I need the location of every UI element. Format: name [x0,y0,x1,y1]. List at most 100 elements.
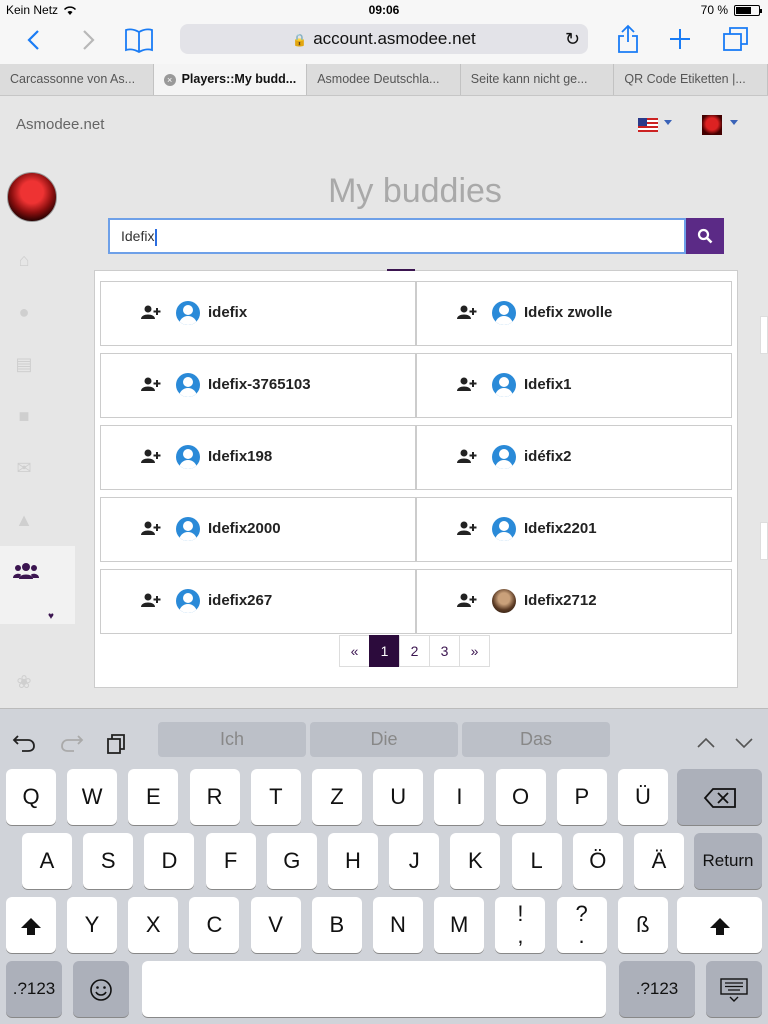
key-t[interactable]: T [250,769,301,825]
browser-tab[interactable]: Seite kann nicht ge... [461,64,615,95]
pagination-prev[interactable]: « [339,635,370,667]
buddy-name[interactable]: Idefix2000 [208,520,281,537]
buddy-name[interactable]: Idefix2201 [524,520,597,537]
key-l[interactable]: L [511,833,562,889]
add-buddy-button[interactable] [457,521,477,538]
buddy-name[interactable]: idefix267 [208,592,272,609]
key-i[interactable]: I [434,769,485,825]
browser-tab[interactable]: QR Code Etiketten |... [614,64,768,95]
search-button[interactable] [686,218,724,254]
shift-left-key[interactable] [6,897,56,953]
chevron-right-icon[interactable] [80,29,96,51]
browser-tab[interactable]: Carcassonne von As... [0,64,154,95]
browser-tab[interactable]: × Players::My budd... [153,64,308,95]
pagination-page[interactable]: 3 [429,635,460,667]
close-icon[interactable]: × [163,74,176,86]
add-buddy-button[interactable] [457,593,477,610]
shift-right-key[interactable] [677,897,762,953]
key-j[interactable]: J [389,833,440,889]
key-8[interactable]: !, [495,897,546,953]
chevron-down-icon[interactable] [734,737,754,749]
redo-icon[interactable] [60,733,84,753]
keyboard-suggestion[interactable]: Ich [158,722,306,757]
key-p[interactable]: P [556,769,607,825]
add-buddy-button[interactable] [141,305,161,322]
add-buddy-button[interactable] [141,377,161,394]
key-2[interactable]: X [128,897,179,953]
chevron-down-icon[interactable] [730,120,738,125]
feather-icon[interactable]: ❀ [12,672,36,692]
reload-icon[interactable]: ↻ [565,24,580,54]
key-a[interactable]: A [22,833,72,889]
ticket-icon[interactable]: ▤ [12,354,36,374]
tabs-icon[interactable] [722,26,750,52]
pagination-next[interactable]: » [459,635,490,667]
emoji-key[interactable] [73,961,129,1017]
return-key[interactable]: Return [694,833,762,889]
keyboard-suggestion[interactable]: Die [310,722,458,757]
home-icon[interactable]: ⌂ [12,250,36,270]
chevron-down-icon[interactable] [664,120,672,125]
key-h[interactable]: H [328,833,378,889]
buddy-name[interactable]: Idefix zwolle [524,304,612,321]
key-k[interactable]: K [450,833,501,889]
key-e[interactable]: E [128,769,179,825]
key-7[interactable]: M [434,897,485,953]
search-input[interactable]: Idefix [108,218,686,254]
key-d[interactable]: D [144,833,195,889]
site-name[interactable]: Asmodee.net [16,116,104,133]
buddy-name[interactable]: Idefix1 [524,376,572,393]
key-4[interactable]: V [250,897,301,953]
key-6[interactable]: N [373,897,423,953]
account-avatar[interactable] [702,115,722,135]
buddy-name[interactable]: idéfix2 [524,448,572,465]
undo-icon[interactable] [12,733,36,753]
key-o[interactable]: O [495,769,546,825]
cap-icon[interactable]: ▲ [12,510,36,530]
add-buddy-button[interactable] [141,521,161,538]
lock-icon[interactable]: ■ [12,406,36,426]
key-5[interactable]: B [311,897,362,953]
hide-keyboard-key[interactable] [706,961,762,1017]
user-icon[interactable]: ● [12,302,36,322]
envelope-icon[interactable]: ✉ [12,458,36,478]
key-w[interactable]: W [67,769,118,825]
us-flag-icon[interactable] [638,118,658,132]
key-z[interactable]: Z [312,769,362,825]
key-ä[interactable]: Ä [634,833,684,889]
key-ö[interactable]: Ö [572,833,623,889]
backspace-key[interactable] [677,769,762,825]
key-g[interactable]: G [266,833,317,889]
chevron-up-icon[interactable] [696,737,716,749]
add-buddy-button[interactable] [457,377,477,394]
add-buddy-button[interactable] [141,449,161,466]
buddy-name[interactable]: idefix [208,304,247,321]
browser-tab[interactable]: Asmodee Deutschla... [307,64,461,95]
space-key[interactable] [142,961,606,1017]
key-10[interactable]: ß [617,897,668,953]
plus-icon[interactable] [668,27,692,51]
sidebar-item-buddies[interactable] [0,546,75,624]
key-q[interactable]: Q [6,769,56,825]
key-9[interactable]: ?. [556,897,607,953]
book-icon[interactable] [124,27,154,53]
address-bar[interactable]: 🔒 account.asmodee.net ↻ [180,24,588,54]
key-u[interactable]: U [373,769,424,825]
add-buddy-button[interactable] [141,593,161,610]
buddy-name[interactable]: Idefix-3765103 [208,376,311,393]
key-f[interactable]: F [205,833,256,889]
share-icon[interactable] [616,24,640,54]
add-buddy-button[interactable] [457,449,477,466]
buddy-name[interactable]: Idefix2712 [524,592,597,609]
pagination-page[interactable]: 2 [399,635,430,667]
add-buddy-button[interactable] [457,305,477,322]
chevron-left-icon[interactable] [26,29,42,51]
key-3[interactable]: C [189,897,240,953]
key-1[interactable]: Y [67,897,117,953]
key-ü[interactable]: Ü [618,769,668,825]
numbers-key[interactable]: .?123 [6,961,62,1017]
numbers-key[interactable]: .?123 [619,961,695,1017]
keyboard-suggestion[interactable]: Das [462,722,610,757]
key-s[interactable]: S [83,833,134,889]
pagination-page[interactable]: 1 [369,635,400,667]
